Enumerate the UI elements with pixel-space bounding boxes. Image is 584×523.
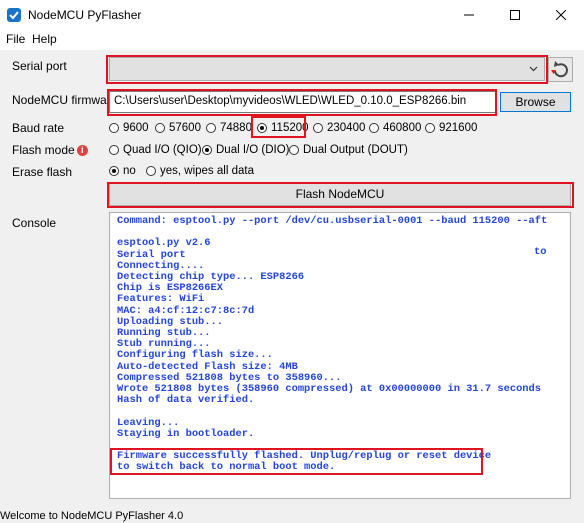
chevron-down-icon	[529, 66, 538, 72]
minimize-button[interactable]	[446, 0, 492, 30]
browse-button[interactable]: Browse	[500, 92, 571, 112]
radio-icon	[109, 123, 119, 133]
flash-mode-dout[interactable]: Dual Output (DOUT)	[289, 144, 408, 156]
baud-option-921600[interactable]: 921600	[425, 122, 477, 134]
firmware-path-field[interactable]: C:\Users\user\Desktop\myvideos\WLED\WLED…	[109, 91, 496, 113]
title-bar: NodeMCU PyFlasher	[0, 0, 584, 30]
info-icon[interactable]: i	[76, 145, 88, 157]
close-button[interactable]	[538, 0, 584, 30]
firmware-label: NodeMCU firmware	[12, 93, 118, 107]
radio-selected-icon	[109, 166, 119, 176]
erase-flash-label: Erase flash	[12, 165, 73, 179]
app-icon	[7, 8, 21, 22]
baud-option-115200[interactable]: 115200	[257, 122, 309, 134]
radio-icon	[313, 123, 323, 133]
baud-option-57600[interactable]: 57600	[155, 122, 201, 134]
refresh-ports-button[interactable]	[548, 57, 573, 82]
serial-port-select[interactable]	[109, 57, 545, 81]
radio-icon	[206, 123, 216, 133]
flash-mode-label: Flash mode i	[12, 143, 88, 157]
radio-icon	[109, 145, 119, 155]
flash-mode-dio[interactable]: Dual I/O (DIO)	[202, 144, 289, 156]
console-overflow-text: to	[534, 246, 547, 258]
erase-option-yes[interactable]: yes, wipes all data	[146, 165, 254, 177]
maximize-icon	[510, 10, 520, 20]
baud-option-230400[interactable]: 230400	[313, 122, 365, 134]
menu-help[interactable]: Help	[32, 32, 57, 46]
radio-icon	[146, 166, 156, 176]
refresh-icon	[551, 61, 568, 78]
menu-file[interactable]: File	[6, 32, 25, 46]
radio-icon	[289, 145, 299, 155]
console-text: Command: esptool.py --port /dev/cu.usbse…	[117, 215, 548, 474]
console-label: Console	[12, 216, 57, 230]
status-bar: Welcome to NodeMCU PyFlasher 4.0	[0, 510, 184, 522]
radio-icon	[425, 123, 435, 133]
radio-icon	[155, 123, 165, 133]
minimize-icon	[464, 14, 474, 16]
baud-option-74880[interactable]: 74880	[206, 122, 252, 134]
baud-rate-label: Baud rate	[12, 121, 65, 135]
radio-icon	[369, 123, 379, 133]
erase-option-no[interactable]: no	[109, 165, 136, 177]
flash-nodemcu-button[interactable]: Flash NodeMCU	[109, 183, 571, 206]
menu-bar: File Help	[0, 30, 584, 50]
flash-mode-qio[interactable]: Quad I/O (QIO)	[109, 144, 202, 156]
window-title: NodeMCU PyFlasher	[28, 8, 142, 22]
baud-option-9600[interactable]: 9600	[109, 122, 149, 134]
close-icon	[556, 10, 566, 20]
serial-port-label: Serial port	[12, 59, 67, 73]
radio-selected-icon	[202, 145, 212, 155]
console-output[interactable]: Command: esptool.py --port /dev/cu.usbse…	[109, 212, 571, 499]
radio-selected-icon	[257, 123, 267, 133]
baud-option-460800[interactable]: 460800	[369, 122, 421, 134]
maximize-button[interactable]	[492, 0, 538, 30]
